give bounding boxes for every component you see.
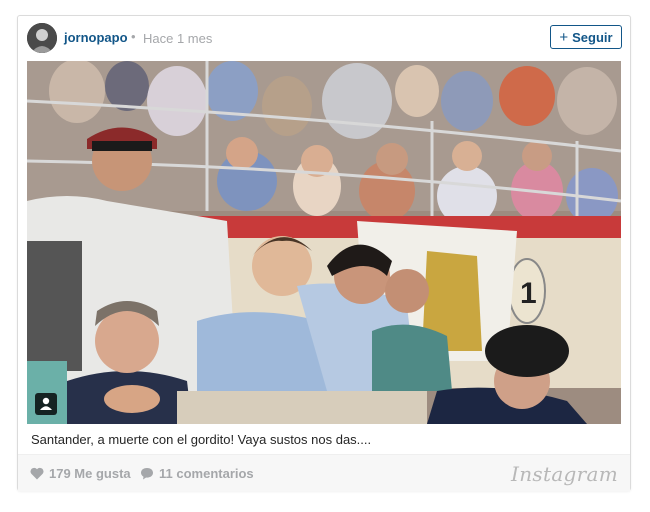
photo-illustration: 1 [27, 61, 621, 424]
speech-bubble-icon [141, 468, 153, 480]
follow-button[interactable]: + Seguir [550, 25, 622, 49]
likes-label: 179 Me gusta [49, 466, 131, 481]
plus-icon: + [559, 28, 569, 46]
post-footer: 179 Me gusta 11 comentarios Instagram [18, 454, 630, 491]
post-caption: Santander, a muerte con el gordito! Vaya… [31, 432, 372, 447]
person-tag-glyph [40, 397, 52, 410]
person-tag-icon[interactable] [35, 393, 57, 415]
username-link[interactable]: jornopapo [64, 30, 128, 45]
follow-label: Seguir [572, 29, 613, 45]
post-header: jornopapo • Hace 1 mes + Seguir [18, 16, 630, 61]
barrier-number: 1 [520, 277, 537, 310]
user-avatar[interactable] [27, 23, 57, 53]
avatar-image [27, 23, 57, 53]
post-timestamp: Hace 1 mes [143, 31, 213, 46]
post-photo[interactable]: 1 [27, 61, 621, 424]
heart-icon [30, 467, 44, 480]
instagram-logo[interactable]: Instagram [511, 462, 618, 486]
instagram-embed-card: jornopapo • Hace 1 mes + Seguir 1 Santan… [17, 15, 631, 491]
likes-count[interactable]: 179 Me gusta [30, 466, 131, 481]
comments-count[interactable]: 11 comentarios [140, 466, 254, 481]
separator-dot: • [131, 29, 136, 44]
comments-label: 11 comentarios [159, 466, 254, 481]
